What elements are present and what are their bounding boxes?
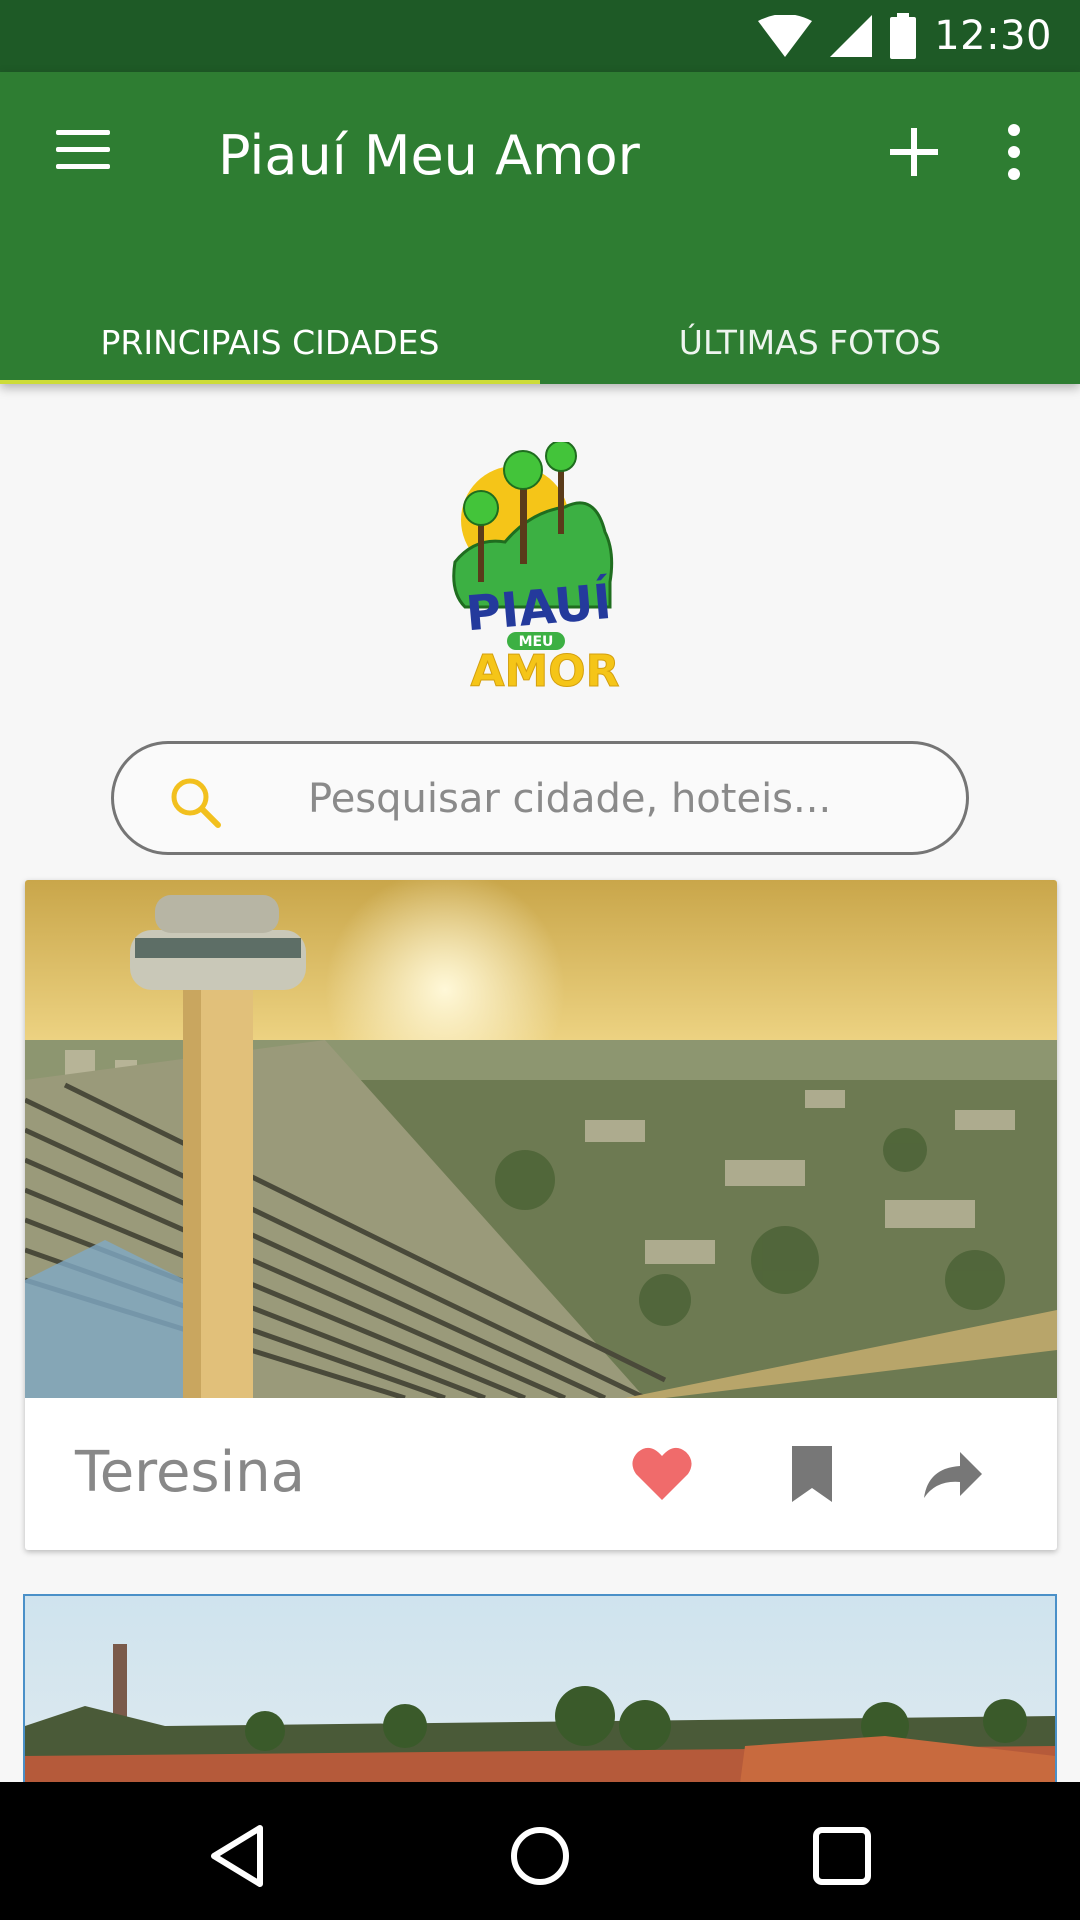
plus-icon[interactable] <box>888 126 940 178</box>
share-icon[interactable] <box>920 1444 984 1504</box>
menu-button[interactable] <box>56 130 110 170</box>
heart-icon[interactable] <box>630 1444 694 1504</box>
city-card[interactable]: Teresina <box>25 880 1057 1550</box>
card-footer: Teresina <box>25 1398 1057 1550</box>
status-icons: 12:30 <box>758 10 1052 62</box>
status-bar: 12:30 <box>0 0 1080 72</box>
hamburger-icon <box>56 130 110 135</box>
wifi-icon <box>758 15 813 57</box>
app-bar: Piauí Meu Amor PRINCIPAIS CIDADES ÚLTIMA… <box>0 72 1080 384</box>
tab-ultimas-fotos[interactable]: ÚLTIMAS FOTOS <box>540 300 1080 384</box>
search-icon <box>171 778 221 828</box>
signal-icon <box>830 15 873 57</box>
tab-indicator <box>0 380 540 384</box>
tab-principais-cidades[interactable]: PRINCIPAIS CIDADES <box>0 300 540 384</box>
search-input[interactable] <box>306 744 910 854</box>
back-triangle-icon[interactable] <box>200 1816 280 1896</box>
tab-label: ÚLTIMAS FOTOS <box>678 322 942 362</box>
navigation-bar <box>0 1782 1080 1920</box>
home-circle-icon[interactable] <box>500 1816 580 1896</box>
hamburger-icon <box>56 164 110 169</box>
search-bar[interactable] <box>111 741 969 855</box>
city-photo[interactable] <box>25 880 1057 1398</box>
tab-label: PRINCIPAIS CIDADES <box>100 322 440 362</box>
battery-icon <box>890 13 917 59</box>
logo-text-amor: AMOR <box>470 646 619 692</box>
hamburger-icon <box>56 147 110 152</box>
recents-square-icon[interactable] <box>802 1816 882 1896</box>
more-vertical-icon[interactable] <box>1000 124 1028 180</box>
bookmark-icon[interactable] <box>780 1444 844 1504</box>
app-logo: PIAUÍ MEU AMOR <box>452 442 620 692</box>
status-time: 12:30 <box>934 13 1052 59</box>
tab-bar: PRINCIPAIS CIDADES ÚLTIMAS FOTOS <box>0 300 1080 384</box>
city-name: Teresina <box>75 1440 305 1505</box>
app-title: Piauí Meu Amor <box>218 124 640 187</box>
